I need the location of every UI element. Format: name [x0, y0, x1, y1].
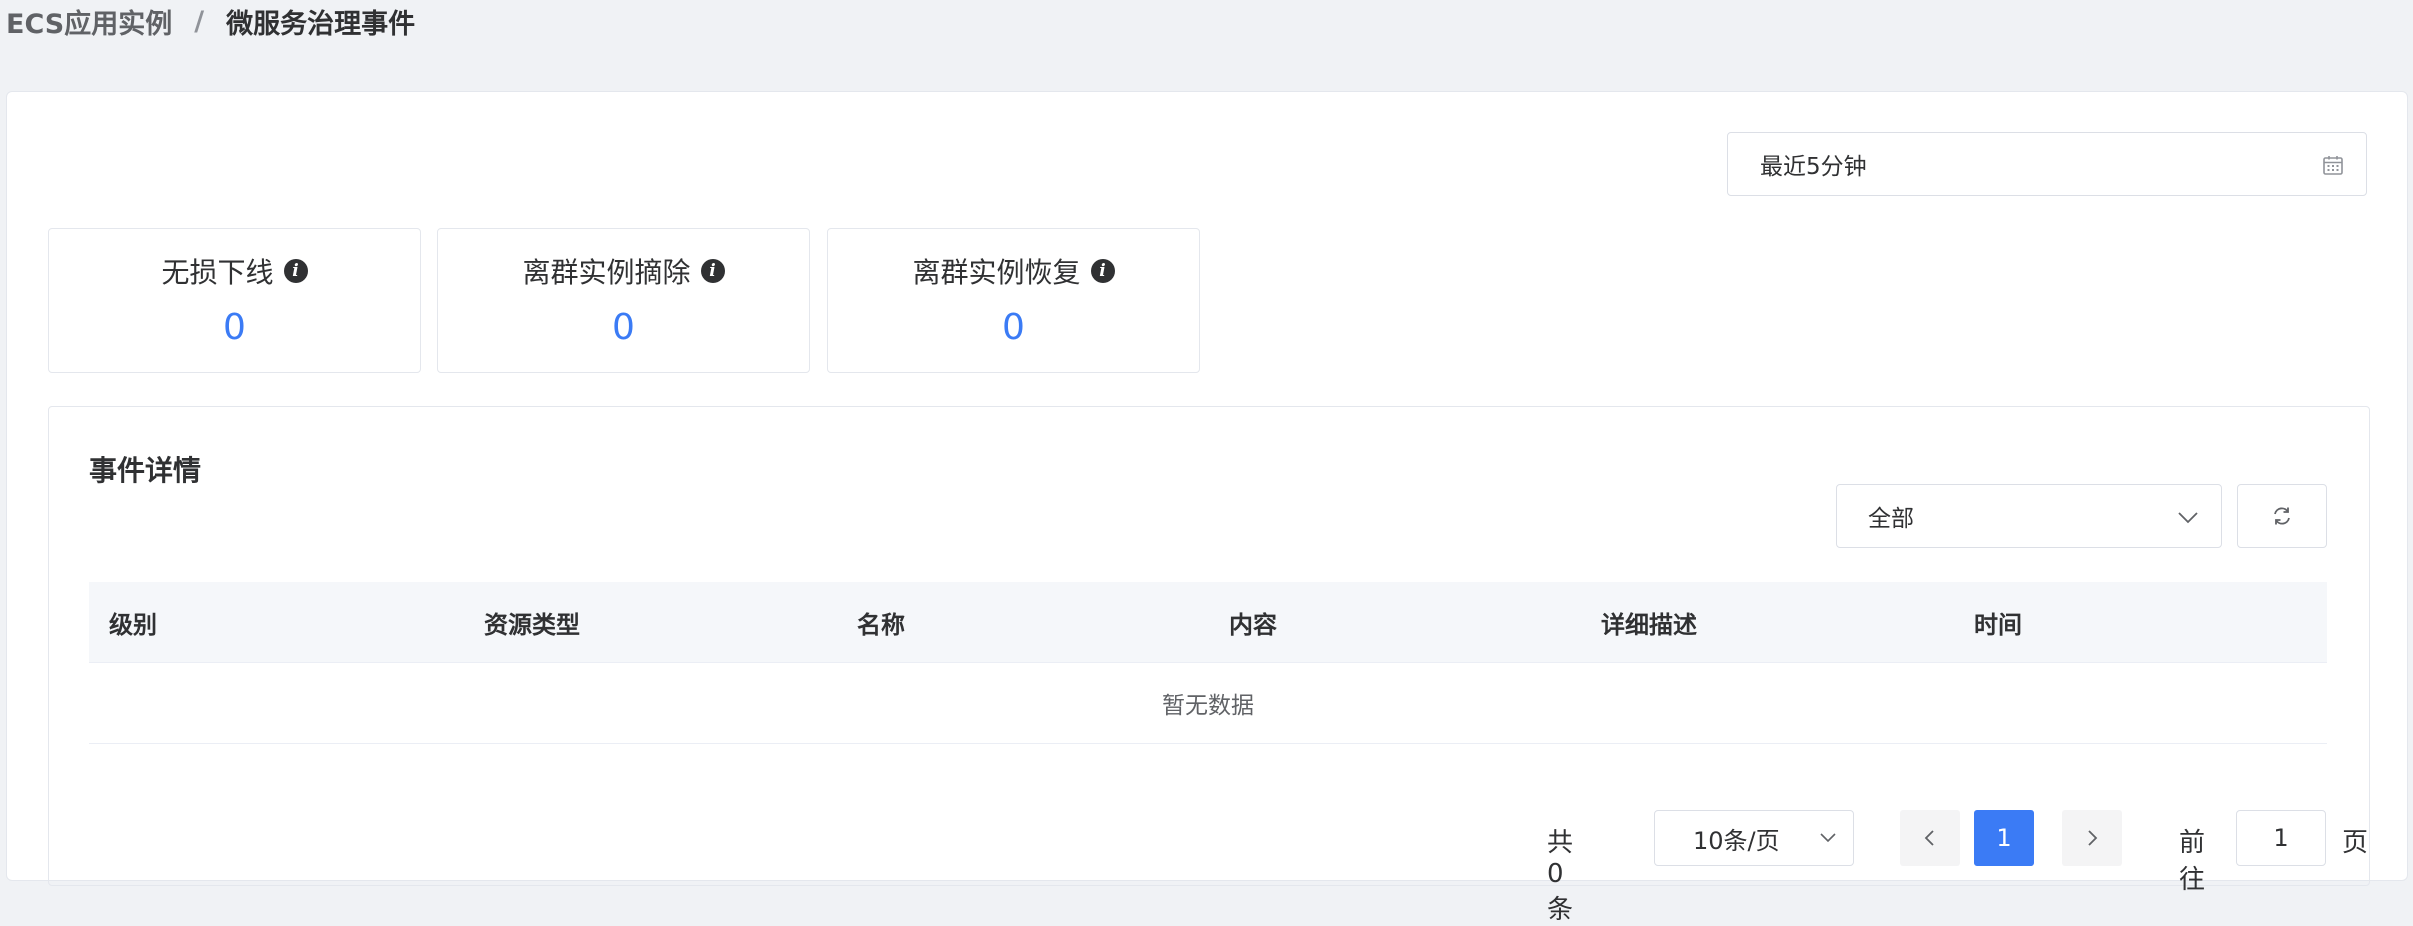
page-number-current[interactable]: 1 — [1974, 810, 2034, 866]
pagination-total: 共 0 条 — [1547, 828, 1574, 925]
next-page-button[interactable] — [2062, 810, 2122, 866]
goto-page-input[interactable] — [2236, 810, 2326, 866]
time-range-value: 最近5分钟 — [1760, 154, 1867, 180]
page-unit-label: 页 — [2342, 828, 2369, 858]
stat-card-graceful-offline: 无损下线 i 0 — [48, 228, 421, 373]
event-level-value: 全部 — [1868, 506, 1914, 532]
main-card: 最近5分钟 无损下线 i 0 离群实例摘除 i 0 离群实例恢复 i 0 事件详… — [6, 91, 2408, 925]
column-header-content: 内容 — [1229, 610, 1277, 639]
info-icon[interactable]: i — [700, 259, 725, 283]
events-panel: 事件详情 全部 级别 资源类型 名称 内容 详细描述 时间 暂无数据 共 0 条… — [48, 406, 2370, 925]
column-header-name: 名称 — [857, 610, 905, 639]
page-size-value: 10条/页 — [1693, 826, 1780, 855]
stat-card-outlier-removal: 离群实例摘除 i 0 — [437, 228, 810, 373]
stat-value: 0 — [223, 307, 246, 348]
info-icon[interactable]: i — [1090, 259, 1115, 283]
stat-card-outlier-recovery: 离群实例恢复 i 0 — [827, 228, 1200, 373]
stat-value: 0 — [612, 307, 635, 348]
page-size-select[interactable]: 10条/页 — [1654, 810, 1854, 866]
stat-value: 0 — [1002, 307, 1025, 348]
calendar-icon — [2323, 156, 2343, 175]
stat-title: 无损下线 — [161, 256, 274, 289]
table-header: 级别 资源类型 名称 内容 详细描述 时间 — [89, 582, 2327, 663]
info-icon[interactable]: i — [283, 259, 308, 283]
stat-title: 离群实例摘除 — [522, 256, 691, 289]
prev-page-button[interactable] — [1900, 810, 1960, 866]
breadcrumb-parent-link[interactable]: ECS应用实例 — [6, 2, 172, 41]
column-header-description: 详细描述 — [1601, 610, 1697, 639]
refresh-button[interactable] — [2237, 484, 2327, 548]
empty-table-row: 暂无数据 — [89, 663, 2327, 744]
column-header-resource-type: 资源类型 — [484, 610, 580, 639]
chevron-right-icon — [2088, 830, 2098, 846]
chevron-left-icon — [1924, 830, 1934, 846]
breadcrumb-current: 微服务治理事件 — [226, 8, 416, 40]
events-table: 级别 资源类型 名称 内容 详细描述 时间 暂无数据 共 0 条 10条/页 1… — [89, 582, 2368, 925]
refresh-icon — [2274, 507, 2290, 525]
chevron-down-icon — [2178, 512, 2198, 524]
column-header-time: 时间 — [1974, 610, 2022, 639]
panel-title: 事件详情 — [89, 454, 202, 487]
time-range-picker[interactable]: 最近5分钟 — [1727, 132, 2367, 196]
empty-text: 暂无数据 — [1162, 693, 1254, 719]
breadcrumb-separator: / — [194, 5, 205, 37]
event-level-select[interactable]: 全部 — [1836, 484, 2222, 548]
column-header-level: 级别 — [109, 610, 157, 639]
breadcrumb: ECS应用实例 / 微服务治理事件 — [6, 0, 415, 42]
stat-title: 离群实例恢复 — [912, 256, 1081, 289]
chevron-down-icon — [1820, 833, 1836, 843]
goto-label: 前往 — [2179, 828, 2206, 895]
